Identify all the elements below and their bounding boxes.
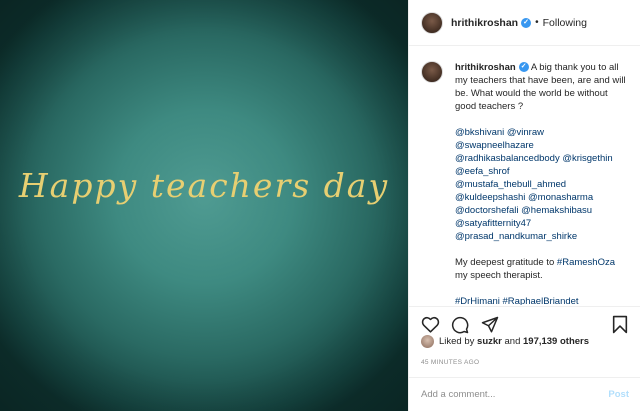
post-image[interactable]: Happy teachers day bbox=[0, 0, 408, 411]
post-sidebar: hrithikroshan ✓ • Following hrithikrosha… bbox=[408, 0, 640, 411]
mention-line: @eefa_shrof bbox=[455, 165, 629, 178]
mention-link[interactable]: @doctorshefali bbox=[455, 205, 519, 216]
post-button[interactable]: Post bbox=[608, 389, 629, 400]
mention-link[interactable]: @prasad_nandkumar_shirke bbox=[455, 231, 577, 242]
comment-icon[interactable] bbox=[449, 314, 471, 336]
mentions-block: @bkshivani @vinraw @swapneelhazare @radhik… bbox=[455, 126, 629, 243]
hashtags-line: #DrHimani #RaphaelBriandet bbox=[455, 295, 629, 305]
header-username[interactable]: hrithikroshan bbox=[451, 17, 518, 29]
mention-line: @doctorshefali @hemakshibasu bbox=[455, 204, 629, 217]
share-icon[interactable] bbox=[479, 314, 501, 336]
avatar[interactable] bbox=[421, 335, 434, 348]
gratitude-prefix: My deepest gratitude to bbox=[455, 257, 557, 268]
mention-link[interactable]: @mustafa_thebull_ahmed bbox=[455, 179, 566, 190]
likes-middle: and bbox=[504, 336, 521, 347]
image-caption-text: Happy teachers day bbox=[18, 166, 390, 205]
likes-count[interactable]: 197,139 others bbox=[523, 336, 589, 347]
mention-link[interactable]: @vinraw bbox=[507, 127, 544, 138]
likes-summary: Liked by suzkr and 197,139 others bbox=[421, 335, 589, 348]
mention-line: @bkshivani @vinraw bbox=[455, 126, 629, 139]
mention-link[interactable]: @bkshivani bbox=[455, 127, 504, 138]
mention-link[interactable]: @monasharma bbox=[528, 192, 593, 203]
heart-icon[interactable] bbox=[419, 314, 441, 336]
mention-link[interactable]: @satyafitternity47 bbox=[455, 218, 531, 229]
caption-intro: hrithikroshan ✓ A big thank you to all my… bbox=[455, 61, 629, 113]
caption-section: hrithikroshan ✓ A big thank you to all my… bbox=[409, 47, 640, 305]
add-comment-bar: Post bbox=[409, 377, 640, 411]
mention-line: @swapneelhazare bbox=[455, 139, 629, 152]
gratitude-line: My deepest gratitude to #RameshOza my sp… bbox=[455, 256, 629, 282]
caption-body: hrithikroshan ✓ A big thank you to all my… bbox=[455, 61, 629, 305]
likes-prefix: Liked by bbox=[439, 336, 475, 347]
mention-link[interactable]: @kuldeepshashi bbox=[455, 192, 525, 203]
mention-link[interactable]: @swapneelhazare bbox=[455, 140, 534, 151]
mention-link[interactable]: @hemakshibasu bbox=[521, 205, 592, 216]
separator-dot: • bbox=[535, 17, 539, 28]
post-timestamp[interactable]: 45 MINUTES AGO bbox=[421, 359, 479, 366]
verified-badge-icon: ✓ bbox=[518, 62, 529, 73]
caption-username[interactable]: hrithikroshan bbox=[455, 62, 516, 73]
bookmark-icon[interactable] bbox=[609, 314, 631, 336]
hashtag-link[interactable]: #DrHimani bbox=[455, 296, 500, 305]
mention-link[interactable]: @radhikasbalancedbody bbox=[455, 153, 560, 164]
hashtag-link[interactable]: #RaphaelBriandet bbox=[503, 296, 579, 305]
liked-by-user[interactable]: suzkr bbox=[477, 336, 502, 347]
mention-line: @prasad_nandkumar_shirke bbox=[455, 230, 629, 243]
verified-badge-icon: ✓ bbox=[521, 17, 532, 28]
mention-line: @kuldeepshashi @monasharma bbox=[455, 191, 629, 204]
mention-link[interactable]: @eefa_shrof bbox=[455, 166, 510, 177]
gratitude-suffix: my speech therapist. bbox=[455, 270, 543, 281]
mention-link[interactable]: @krisgethin bbox=[562, 153, 612, 164]
mention-line: @mustafa_thebull_ahmed bbox=[455, 178, 629, 191]
hashtag-link[interactable]: #RameshOza bbox=[557, 257, 615, 268]
avatar[interactable] bbox=[421, 11, 443, 34]
post-header: hrithikroshan ✓ • Following bbox=[409, 0, 640, 46]
comment-input[interactable] bbox=[421, 389, 603, 400]
mention-line: @radhikasbalancedbody @krisgethin bbox=[455, 152, 629, 165]
avatar[interactable] bbox=[421, 61, 443, 83]
following-button[interactable]: Following bbox=[543, 17, 587, 29]
mention-line: @satyafitternity47 bbox=[455, 217, 629, 230]
